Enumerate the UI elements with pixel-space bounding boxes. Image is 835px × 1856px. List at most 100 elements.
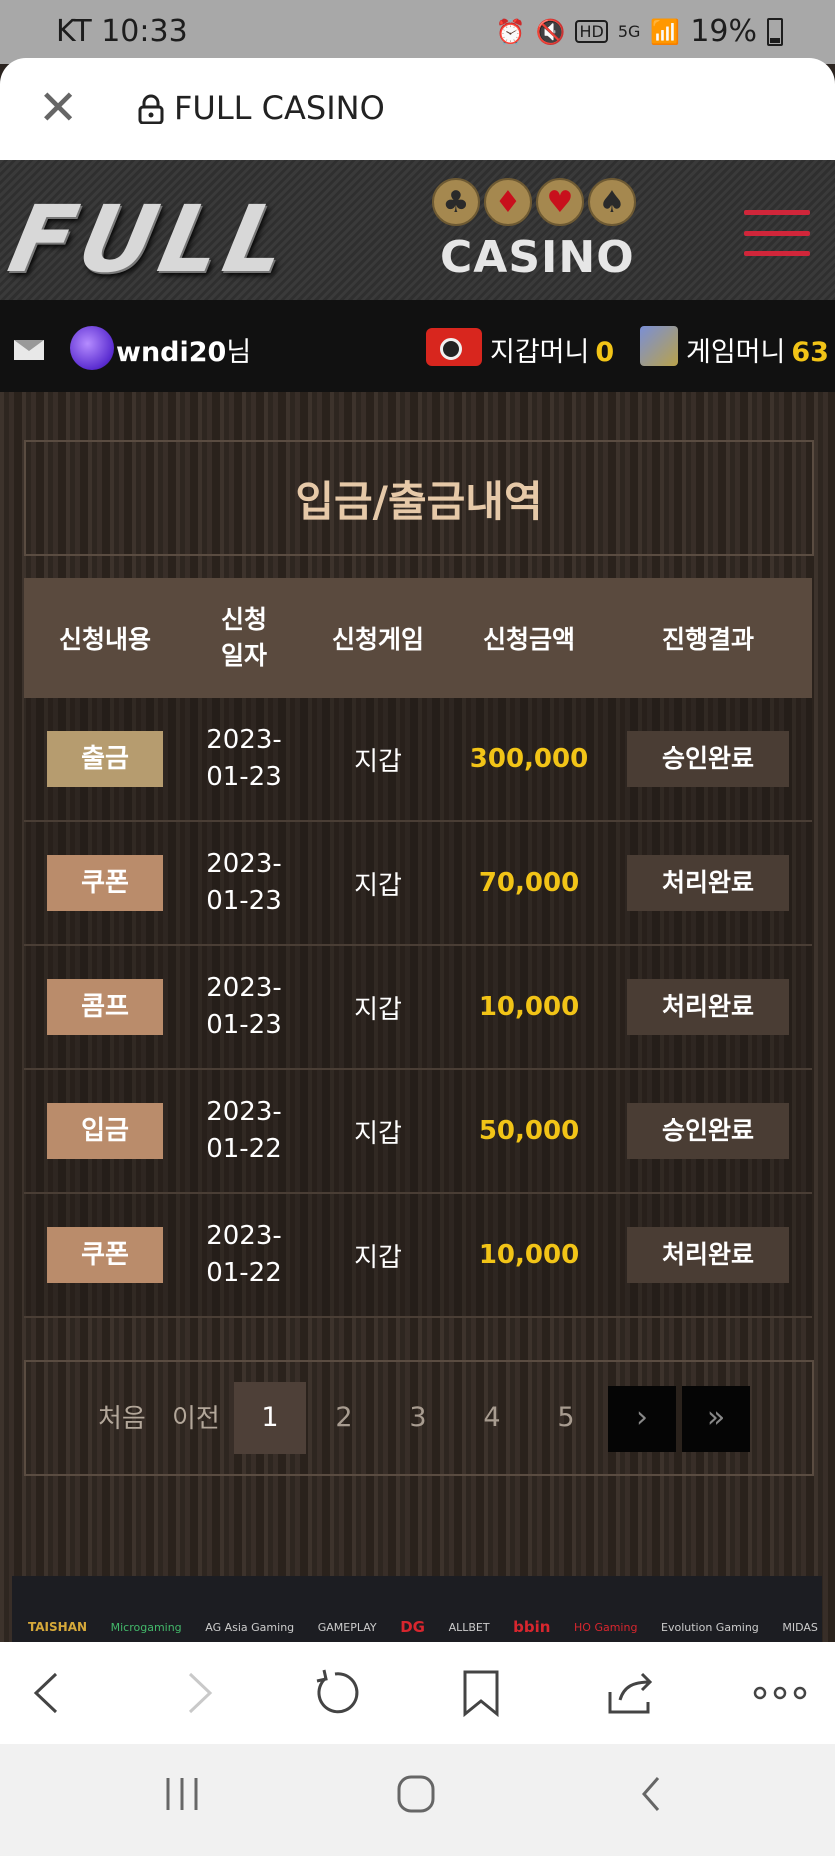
clock-label: 10:33 [101,14,188,49]
forward-icon[interactable] [172,1668,222,1718]
status-badge: 처리완료 [627,855,789,911]
avatar[interactable] [70,326,114,370]
share-tabs-icon[interactable] [606,1668,656,1718]
row-game: 지갑 [354,994,402,1025]
partner-logo: HO Gaming [574,1620,638,1634]
page-title: 입금/출금내역 [295,476,543,526]
row-game: 지갑 [354,870,402,901]
back-icon[interactable] [24,1668,74,1718]
home-icon[interactable] [396,1774,436,1824]
row-amount: 70,000 [478,868,580,898]
table-row: 출금 2023- 01-23 지갑 300,000 승인완료 [24,698,812,822]
row-amount: 50,000 [478,1116,580,1146]
partner-logo: GAMEPLAY [317,1620,377,1634]
hamburger-menu-icon[interactable] [744,210,810,256]
main-content: 입금/출금내역 신청내용 신청 일자 신청게임 신청금액 진행결과 출금 202… [0,392,835,1642]
row-date: 2023- 01-23 [206,973,282,1040]
system-back-icon[interactable] [636,1774,666,1824]
partner-logo: TAISHAN [28,1620,88,1634]
page-url-title[interactable]: FULL CASINO [174,89,385,127]
type-badge: 쿠폰 [47,855,163,911]
row-date: 2023- 01-23 [206,725,282,792]
game-money-value: 63 [791,337,829,368]
recent-apps-icon[interactable] [162,1774,202,1824]
header-game: 신청게임 [331,625,424,654]
bookmark-icon[interactable] [456,1668,506,1718]
logo-full-text[interactable]: FULL [1,186,303,293]
row-game: 지갑 [354,746,402,777]
logo-casino-text: CASINO [440,232,635,283]
type-badge: 출금 [47,731,163,787]
diamond-icon: ♦ [484,178,532,226]
mail-icon[interactable] [14,340,44,360]
row-game: 지갑 [354,1118,402,1149]
header-date-line1: 신청 [220,605,267,634]
status-badge: 처리완료 [627,979,789,1035]
type-badge: 입금 [47,1103,163,1159]
partner-logos: TAISHAN Microgaming AG Asia Gaming GAMEP… [12,1576,822,1642]
pagination: 처음 이전 1 2 3 4 5 › » [24,1360,814,1476]
partner-logo: bbin [513,1618,551,1636]
logo-suits: ♣ ♦ ♥ ♠ [432,178,636,226]
wallet-money: 지갑머니 0 [490,330,614,369]
wallet-icon [426,328,482,366]
pagination-first[interactable]: 처음 [98,1398,146,1435]
row-game: 지갑 [354,1242,402,1273]
header-date-line2: 일자 [220,641,267,670]
row-amount: 300,000 [469,744,589,774]
network-label: 5G [617,22,641,41]
heart-icon: ♥ [536,178,584,226]
row-date: 2023- 01-23 [206,849,282,916]
reload-icon[interactable] [310,1668,360,1718]
pagination-page-4[interactable]: 4 [456,1382,528,1454]
username[interactable]: wndi20님 [116,330,251,369]
alarm-icon: ⏰ [495,17,526,46]
last-page-icon[interactable]: » [682,1386,750,1452]
game-money-label: 게임머니 [686,337,786,368]
battery-icon [767,17,783,46]
more-options-icon[interactable] [750,1668,810,1718]
user-bar: wndi20님 지갑머니 0 게임머니 63 [0,300,835,392]
partner-logo: AG Asia Gaming [205,1620,295,1634]
status-bar: KT 10:33 ⏰ 🔇 HD 5G 📶 19% [0,0,835,64]
wallet-money-value: 0 [595,337,615,368]
header-amount: 신청금액 [482,625,575,654]
pagination-prev[interactable]: 이전 [172,1398,220,1435]
close-icon[interactable]: ✕ [38,84,78,132]
status-icons: ⏰ 🔇 HD 5G 📶 19% [496,14,783,49]
next-page-icon[interactable]: › [608,1386,676,1452]
table-row: 쿠폰 2023- 01-23 지갑 70,000 처리완료 [24,822,812,946]
pagination-page-2[interactable]: 2 [308,1382,380,1454]
partner-logo: MIDAS [782,1620,818,1634]
table-row: 쿠폰 2023- 01-22 지갑 10,000 처리완료 [24,1194,812,1318]
history-table: 신청내용 신청 일자 신청게임 신청금액 진행결과 출금 2023- 01-23 … [24,578,812,1318]
game-money: 게임머니 63 [686,330,829,369]
game-money-icon [640,326,678,366]
hd-icon: HD [575,20,608,43]
pagination-page-5[interactable]: 5 [530,1382,602,1454]
pagination-page-1[interactable]: 1 [234,1382,306,1454]
table-row: 입금 2023- 01-22 지갑 50,000 승인완료 [24,1070,812,1194]
mute-icon: 🔇 [535,17,566,46]
table-row: 콤프 2023- 01-23 지갑 10,000 처리완료 [24,946,812,1070]
type-badge: 쿠폰 [47,1227,163,1283]
username-text: wndi20 [116,337,227,368]
honorific-text: 님 [226,337,252,368]
system-nav-bar [0,1744,835,1856]
lock-icon [138,94,164,124]
row-amount: 10,000 [478,1240,580,1270]
partner-logo: DG [400,1618,425,1636]
table-header: 신청내용 신청 일자 신청게임 신청금액 진행결과 [24,578,812,698]
header-date: 신청 일자 [186,602,302,674]
row-amount: 10,000 [478,992,580,1022]
row-date: 2023- 01-22 [206,1097,282,1164]
site-header: FULL ♣ ♦ ♥ ♠ CASINO [0,160,835,300]
type-badge: 콤프 [47,979,163,1035]
header-type: 신청내용 [58,625,151,654]
partner-logo: Evolution Gaming [661,1620,759,1634]
pagination-page-3[interactable]: 3 [382,1382,454,1454]
status-badge: 승인완료 [627,731,789,787]
row-date: 2023- 01-22 [206,1221,282,1288]
browser-url-bar: ✕ FULL CASINO [0,58,835,160]
page-title-box: 입금/출금내역 [24,440,814,556]
